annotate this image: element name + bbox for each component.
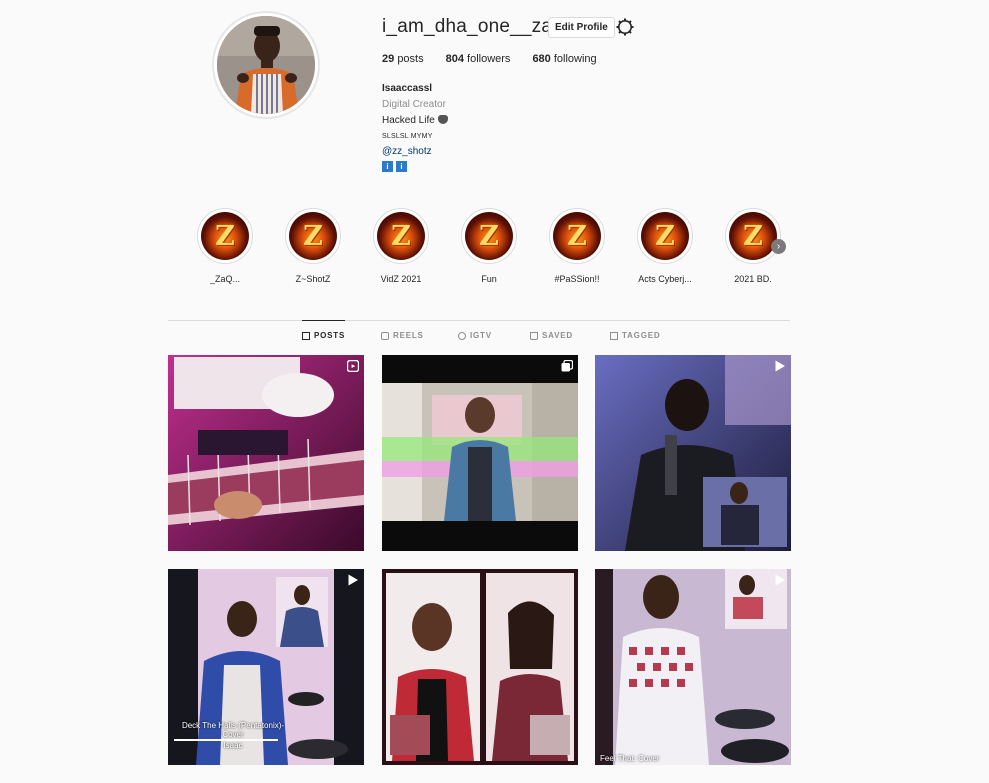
tab-tagged[interactable]: TAGGED xyxy=(610,321,660,351)
post-tile[interactable] xyxy=(382,569,578,765)
highlight-ring: Z xyxy=(725,208,781,264)
highlight-ring: Z xyxy=(373,208,429,264)
highlight-item[interactable]: Z Fun xyxy=(454,208,524,284)
tab-label: SAVED xyxy=(542,331,573,340)
saved-icon xyxy=(530,332,538,340)
profile-avatar-ring[interactable] xyxy=(212,11,320,119)
igtv-icon xyxy=(458,332,466,340)
post-tile[interactable] xyxy=(168,355,364,551)
tab-label: IGTV xyxy=(470,331,492,340)
posts-label: posts xyxy=(397,53,424,65)
post-thumbnail xyxy=(595,355,791,551)
tab-label: POSTS xyxy=(314,331,346,340)
edit-profile-button[interactable]: Edit Profile xyxy=(548,17,615,38)
post-tile[interactable] xyxy=(595,355,791,551)
bio-line: Hacked Life xyxy=(382,113,448,129)
post-caption-overlay: Deck The Halls (Pentatonix)- Cover Isaac xyxy=(173,721,293,750)
bio-full-name: Isaaccassl xyxy=(382,83,433,94)
tab-posts[interactable]: POSTS xyxy=(302,320,346,351)
highlight-cover: Z xyxy=(729,212,777,260)
highlight-item[interactable]: Z VidZ 2021 xyxy=(366,208,436,284)
posts-stat: 29 posts xyxy=(382,53,424,65)
highlight-ring: Z xyxy=(549,208,605,264)
highlight-label: _ZaQ... xyxy=(209,274,240,284)
settings-gear-icon[interactable] xyxy=(616,18,634,36)
video-play-icon xyxy=(775,360,785,372)
bio-small-text: SLSLSL MYMY xyxy=(382,133,433,140)
video-play-icon xyxy=(348,574,358,586)
bio-category: Digital Creator xyxy=(382,99,446,110)
reels-icon xyxy=(381,332,389,340)
info-emoji-icon: i xyxy=(396,161,407,172)
highlight-label: VidZ 2021 xyxy=(380,274,422,284)
following-link[interactable]: 680 following xyxy=(532,53,596,65)
post-thumbnail xyxy=(382,355,578,551)
highlight-item[interactable]: Z #PaSSion!! xyxy=(542,208,612,284)
highlight-label: Fun xyxy=(481,274,497,284)
bio-emoji-row: i i xyxy=(382,161,448,172)
carousel-icon xyxy=(561,360,573,372)
profile-username: i_am_dha_one__zac xyxy=(382,16,562,37)
video-play-icon xyxy=(775,574,785,586)
following-count: 680 xyxy=(532,53,551,65)
bio-line-text: Hacked Life xyxy=(382,115,435,126)
profile-tabs: POSTS REELS IGTV SAVED TAGGED xyxy=(0,320,989,351)
posts-count: 29 xyxy=(382,53,395,65)
post-tile[interactable]: Feel That: Cover xyxy=(595,569,791,765)
highlight-cover: Z xyxy=(201,212,249,260)
caption-title: Deck The Halls (Pentatonix)- Cover xyxy=(181,721,285,739)
highlight-cover: Z xyxy=(377,212,425,260)
highlight-ring: Z xyxy=(637,208,693,264)
post-thumbnail xyxy=(168,355,364,551)
info-emoji-icon: i xyxy=(382,161,393,172)
highlight-item[interactable]: Z Acts Cyberj... xyxy=(630,208,700,284)
highlight-cover: Z xyxy=(641,212,689,260)
highlight-ring: Z xyxy=(197,208,253,264)
tab-reels[interactable]: REELS xyxy=(381,321,424,351)
tab-saved[interactable]: SAVED xyxy=(530,321,573,351)
cat-emoji-icon xyxy=(437,115,448,124)
tab-label: TAGGED xyxy=(622,331,661,340)
profile-bio: Isaaccassl Digital Creator Hacked Life S… xyxy=(382,81,448,172)
highlight-label: Acts Cyberj... xyxy=(638,274,692,284)
highlight-ring: Z xyxy=(285,208,341,264)
highlight-item[interactable]: Z _ZaQ... xyxy=(190,208,260,284)
post-thumbnail xyxy=(382,569,578,765)
bio-link[interactable]: @zz_shotz xyxy=(382,144,448,160)
highlights-next-arrow-icon[interactable]: › xyxy=(771,239,786,254)
followers-link[interactable]: 804 followers xyxy=(446,53,511,65)
grid-icon xyxy=(302,332,310,340)
avatar-photo xyxy=(217,16,315,114)
post-caption-overlay: Feel That: Cover xyxy=(600,754,660,763)
followers-count: 804 xyxy=(445,53,464,65)
highlight-label: 2021 BD. xyxy=(734,274,772,284)
reel-icon xyxy=(347,360,359,372)
caption-author: Isaac xyxy=(223,741,243,750)
tab-label: REELS xyxy=(393,331,424,340)
highlight-item[interactable]: Z Z~ShotZ xyxy=(278,208,348,284)
followers-label: followers xyxy=(467,53,511,65)
post-thumbnail xyxy=(595,569,791,765)
highlight-cover: Z xyxy=(465,212,513,260)
post-tile[interactable] xyxy=(382,355,578,551)
tab-igtv[interactable]: IGTV xyxy=(458,321,492,351)
following-label: following xyxy=(553,53,597,65)
story-highlights: Z _ZaQ... Z Z~ShotZ Z VidZ 2021 Z Fun Z … xyxy=(0,208,989,288)
highlight-cover: Z xyxy=(553,212,601,260)
highlight-cover: Z xyxy=(289,212,337,260)
highlight-ring: Z xyxy=(461,208,517,264)
profile-stats: 29 posts 804 followers 680 following xyxy=(382,53,619,65)
post-tile[interactable]: Deck The Halls (Pentatonix)- Cover Isaac xyxy=(168,569,364,765)
avatar[interactable] xyxy=(217,16,315,114)
highlight-label: Z~ShotZ xyxy=(295,274,331,284)
tagged-icon xyxy=(610,332,618,340)
highlight-label: #PaSSion!! xyxy=(554,274,600,284)
